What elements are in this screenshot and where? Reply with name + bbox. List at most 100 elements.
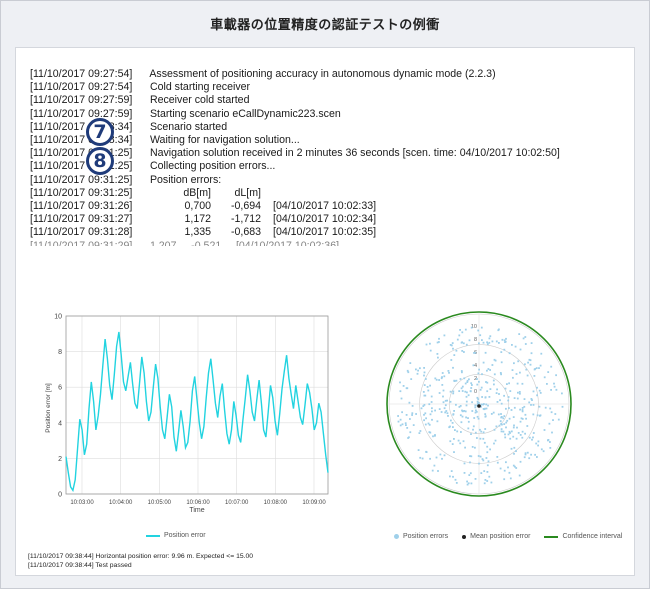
polar-point <box>435 456 438 459</box>
polar-point <box>447 370 450 372</box>
polar-point <box>500 428 503 430</box>
polar-point <box>492 411 495 414</box>
polar-point <box>484 396 487 399</box>
polar-point <box>489 448 491 451</box>
polar-point <box>493 442 495 445</box>
polar-point <box>429 431 432 434</box>
polar-point <box>511 344 513 346</box>
polar-point <box>399 390 402 393</box>
polar-point <box>461 415 464 418</box>
footer-line: [11/10/2017 09:38:44] Test passed <box>28 562 132 569</box>
polar-point <box>554 413 557 415</box>
polar-point <box>505 421 508 424</box>
polar-point <box>464 328 467 331</box>
polar-point <box>544 406 547 409</box>
polar-point <box>478 368 480 371</box>
polar-point <box>402 385 405 387</box>
polar-point <box>540 448 543 451</box>
polar-point <box>439 453 442 456</box>
polar-point <box>518 474 521 477</box>
polar-point <box>464 390 467 393</box>
polar-point <box>431 469 434 472</box>
polar-point <box>525 417 527 420</box>
polar-point <box>506 383 508 385</box>
polar-point <box>499 467 502 470</box>
position-error-line-chart: 0 2 4 6 8 10 10:03:00 10:04:00 10:05:00 10:06:00… <box>45 314 329 514</box>
polar-point <box>477 402 480 404</box>
polar-point <box>436 420 439 423</box>
polar-point <box>549 407 552 410</box>
polar-point <box>484 407 486 410</box>
polar-point <box>470 433 472 435</box>
error-table-row-cut: [11/10/2017 09:31:29] 1,207 -0,521 [04/1… <box>30 239 340 246</box>
polar-point <box>486 451 489 454</box>
polar-point <box>495 425 498 428</box>
polar-point <box>463 462 466 465</box>
polar-point <box>503 339 506 342</box>
polar-point <box>512 376 514 379</box>
polar-point <box>467 417 469 419</box>
polar-point <box>477 417 480 420</box>
polar-point <box>500 413 502 415</box>
polar-point <box>455 379 458 382</box>
polar-point <box>476 378 478 380</box>
polar-point <box>523 398 526 400</box>
polar-point <box>547 439 550 441</box>
polar-point <box>397 420 400 423</box>
db-value: 1,335 <box>184 226 211 239</box>
polar-point <box>482 437 485 440</box>
figure-frame: 車載器の位置精度の認証テストの例衝 [11/10/2017 09:27:54] … <box>0 0 650 589</box>
polar-point <box>509 437 512 440</box>
polar-point <box>486 471 489 473</box>
log-line: [11/10/2017 09:31:25] Position errors: <box>30 174 630 187</box>
polar-point <box>470 387 473 389</box>
polar-point <box>534 453 536 456</box>
polar-point <box>507 466 509 469</box>
polar-point <box>465 416 467 419</box>
polar-point <box>423 384 426 386</box>
polar-point <box>473 417 476 419</box>
polar-point <box>479 428 481 431</box>
polar-point <box>449 400 452 403</box>
polar-point <box>479 455 482 458</box>
log-timestamp: [11/10/2017 09:31:28] <box>30 226 133 239</box>
polar-point <box>477 329 480 332</box>
polar-point <box>543 376 546 379</box>
log-message: Assessment of positioning accuracy in au… <box>149 68 496 80</box>
polar-point <box>471 401 473 404</box>
polar-point <box>524 413 527 416</box>
polar-point <box>528 401 531 404</box>
polar-point <box>405 414 408 416</box>
log-timestamp: [11/10/2017 09:27:59] <box>30 107 133 120</box>
polar-point <box>511 369 514 371</box>
db-value: 0,700 <box>184 200 211 213</box>
polar-point <box>455 349 458 352</box>
polar-point <box>453 410 455 412</box>
footer-line: [11/10/2017 09:38:44] Horizontal positio… <box>28 553 254 560</box>
polar-point <box>513 397 516 399</box>
polar-point <box>474 431 477 434</box>
y-tick-label: 6 <box>58 385 62 392</box>
polar-point <box>436 341 439 344</box>
log-timestamp: [11/10/2017 09:27:59] <box>30 94 133 107</box>
polar-point <box>465 343 468 346</box>
x-tick-label: 10:08:00 <box>264 500 288 506</box>
polar-point <box>456 338 459 341</box>
polar-point <box>491 340 494 343</box>
polar-point <box>407 437 409 439</box>
polar-point <box>429 384 431 387</box>
legend-label-confidence-interval: Confidence interval <box>562 533 623 540</box>
polar-point <box>486 341 488 344</box>
polar-point <box>474 478 477 480</box>
polar-point <box>461 385 464 388</box>
log-timestamp: [11/10/2017 09:31:27] <box>30 213 133 226</box>
polar-point <box>412 424 415 426</box>
polar-point <box>524 343 527 345</box>
log-line: [11/10/2017 09:31:25] Navigation solutio… <box>30 147 630 160</box>
log-message: Cold starting receiver <box>149 81 251 94</box>
polar-point <box>461 390 464 392</box>
polar-point <box>517 432 520 434</box>
log-message: Starting scenario eCallDynamic223.scen <box>149 107 341 120</box>
log-line: [11/10/2017 09:31:25] Collecting positio… <box>30 160 630 173</box>
polar-point <box>475 409 477 412</box>
